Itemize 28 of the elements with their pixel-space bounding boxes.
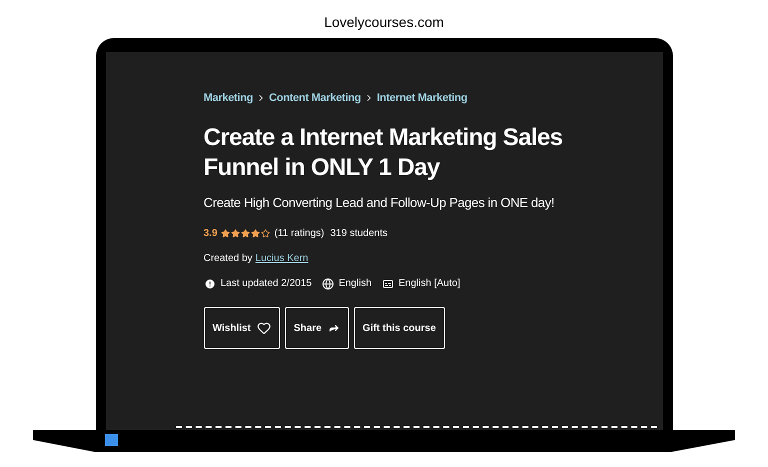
globe-icon	[322, 278, 334, 290]
star-icon	[251, 229, 260, 238]
course-title: Create a Internet Marketing Sales Funnel in ONLY 1 Day	[204, 122, 564, 182]
captions-icon	[382, 278, 394, 290]
meta-text: English	[338, 277, 372, 291]
ratings-count: (11 ratings)	[274, 227, 324, 241]
star-icon	[261, 229, 270, 238]
breadcrumb-link[interactable]: Internet Marketing	[376, 90, 468, 106]
course-subtitle: Create High Converting Lead and Follow-Up Pages in ONE day!	[204, 194, 556, 212]
action-button[interactable]: Wishlist	[204, 307, 280, 349]
share-icon	[328, 322, 340, 334]
star-icon	[231, 229, 240, 238]
alert-icon	[204, 278, 216, 290]
students-count: 319 students	[330, 227, 388, 241]
action-button[interactable]: Gift this course	[354, 307, 445, 349]
breadcrumb-link[interactable]: Marketing	[204, 90, 253, 106]
breadcrumb-link[interactable]: Content Marketing	[268, 90, 361, 106]
star-icon	[221, 229, 230, 238]
action-button[interactable]: Share	[284, 307, 349, 349]
status-light	[105, 434, 118, 446]
meta-text: English [Auto]	[398, 277, 460, 291]
site-title: Lovelycourses.com	[324, 14, 444, 30]
meta-text: Last updated 2/2015	[220, 277, 312, 291]
author-link[interactable]: Lucius Kern	[255, 251, 308, 266]
rating-score: 3.9	[204, 227, 218, 241]
star-icon	[241, 229, 250, 238]
author-label: Created by	[204, 252, 252, 266]
heart-icon	[256, 321, 271, 335]
